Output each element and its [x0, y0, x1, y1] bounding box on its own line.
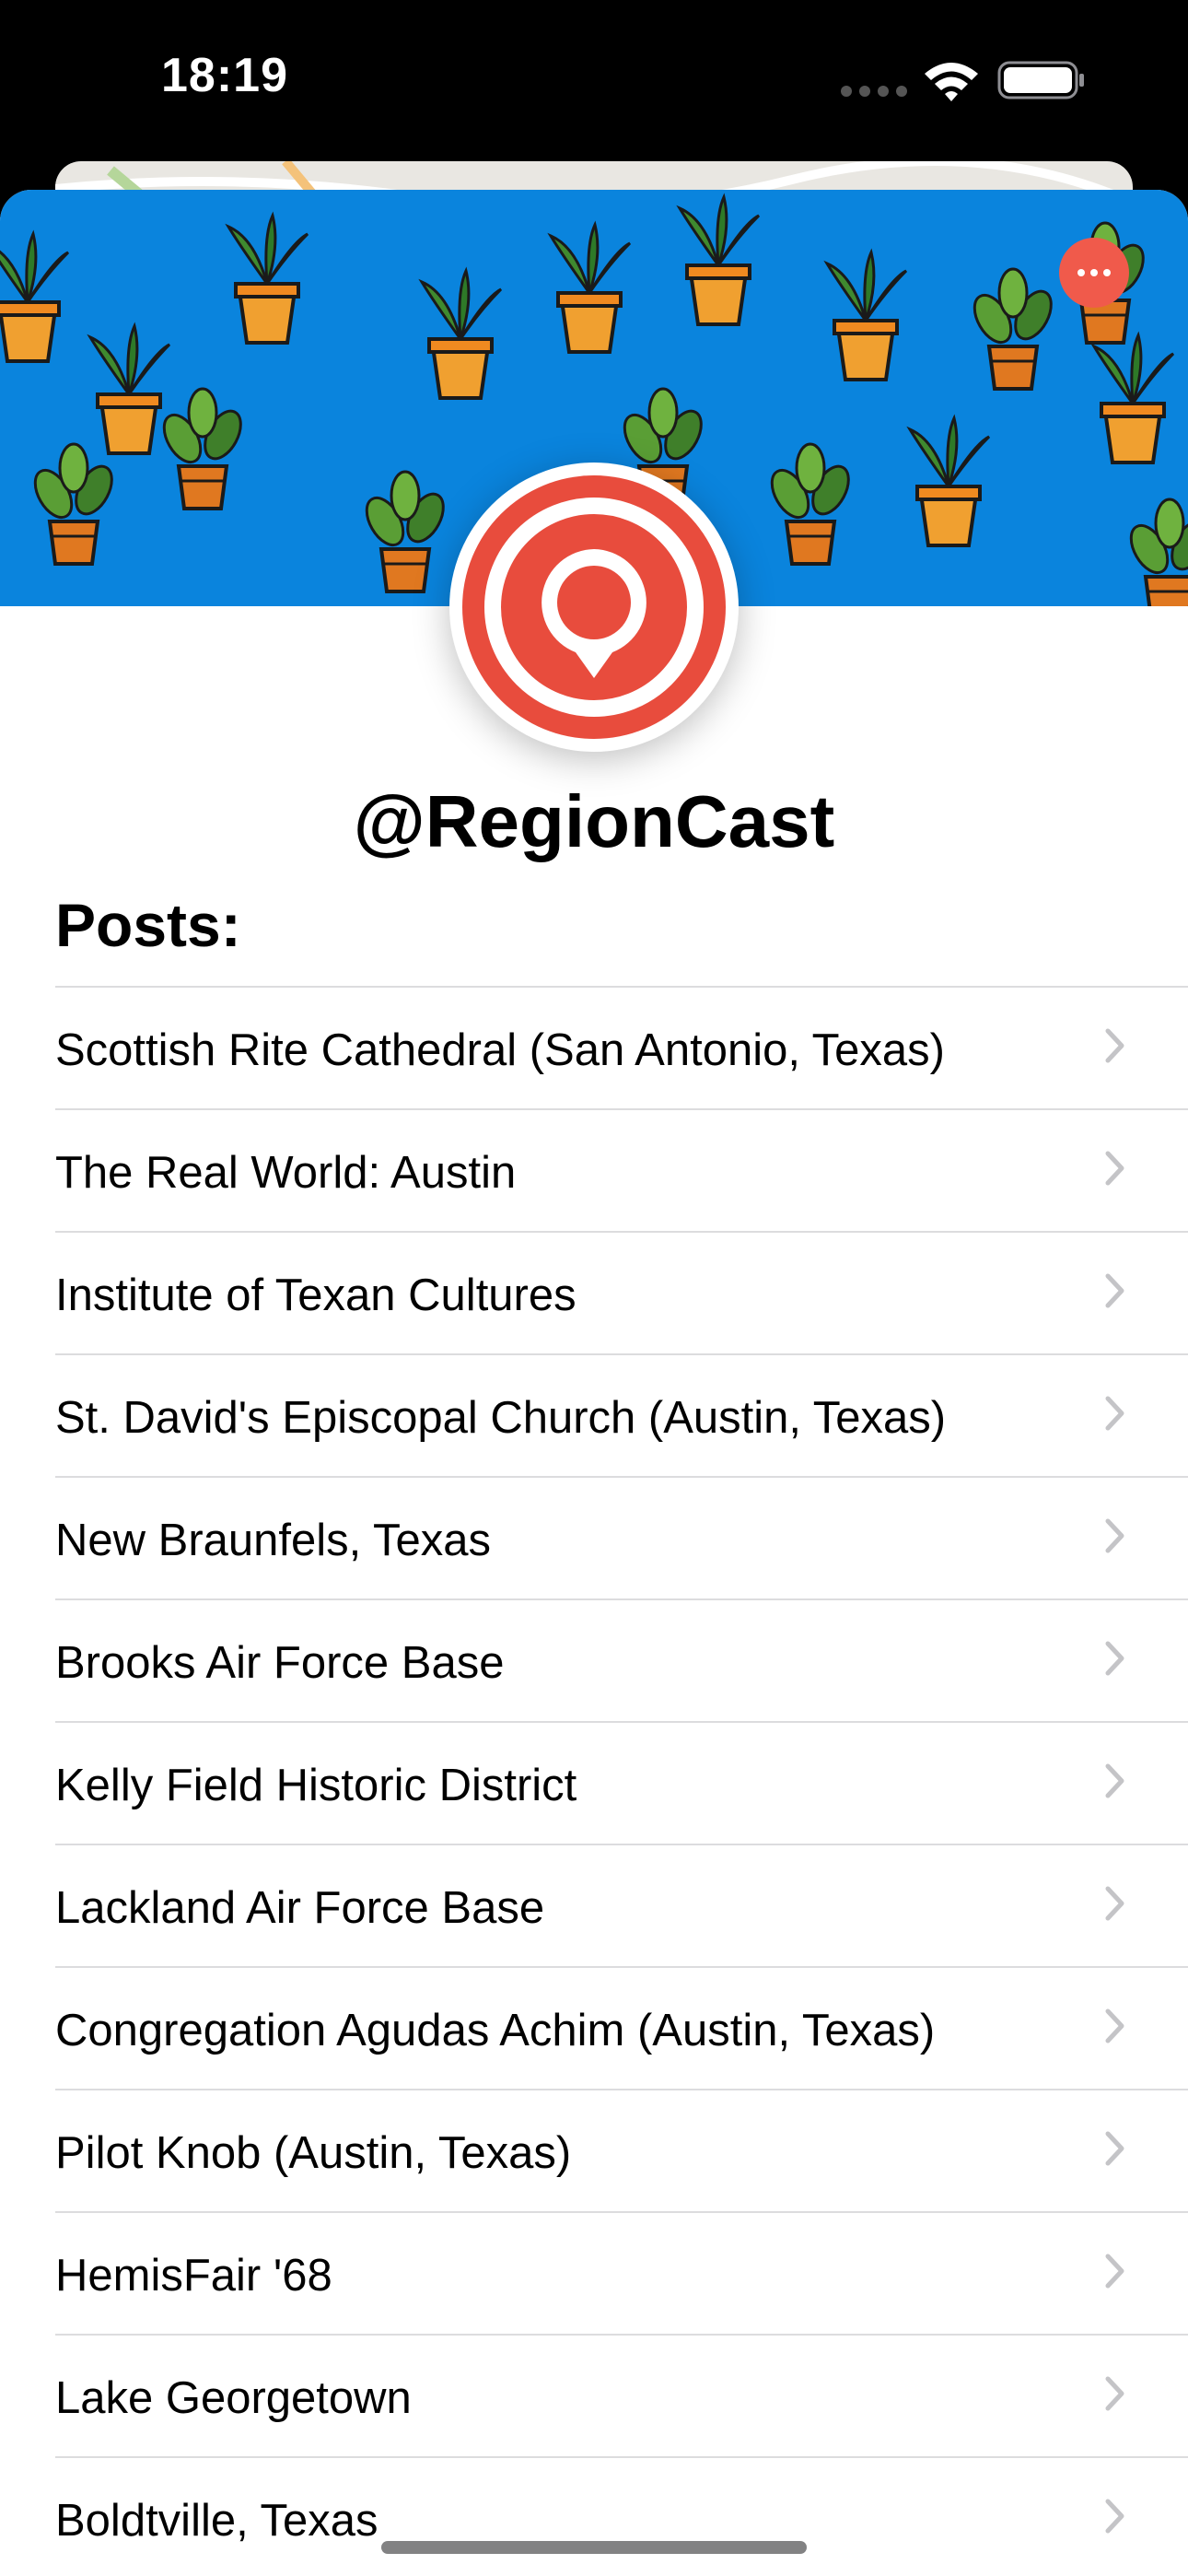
post-title: Kelly Field Historic District: [55, 1761, 577, 1810]
battery-icon: [997, 61, 1084, 100]
post-title: Lake Georgetown: [55, 2373, 412, 2423]
chevron-right-icon: [1105, 1641, 1124, 1676]
list-item[interactable]: The Real World: Austin: [55, 1108, 1188, 1231]
post-title: HemisFair '68: [55, 2251, 332, 2301]
post-title: Lackland Air Force Base: [55, 1883, 545, 1933]
posts-heading: Posts:: [55, 891, 241, 959]
chevron-right-icon: [1105, 2254, 1124, 2289]
status-time: 18:19: [161, 49, 288, 102]
more-options-button[interactable]: [1059, 238, 1129, 308]
chevron-right-icon: [1105, 1396, 1124, 1431]
list-item[interactable]: St. David's Episcopal Church (Austin, Te…: [55, 1353, 1188, 1476]
list-item[interactable]: Lake Georgetown: [55, 2334, 1188, 2456]
list-item[interactable]: Boldtville, Texas: [55, 2456, 1188, 2576]
chevron-right-icon: [1105, 2131, 1124, 2166]
list-item[interactable]: Brooks Air Force Base: [55, 1598, 1188, 1721]
cellular-signal-icon: [841, 86, 907, 97]
wifi-icon: [925, 63, 978, 101]
chevron-right-icon: [1105, 2499, 1124, 2534]
chevron-right-icon: [1105, 1028, 1124, 1063]
post-title: New Braunfels, Texas: [55, 1516, 491, 1565]
chevron-right-icon: [1105, 1151, 1124, 1186]
chevron-right-icon: [1105, 1518, 1124, 1553]
list-item[interactable]: Pilot Knob (Austin, Texas): [55, 2089, 1188, 2211]
profile-avatar: [449, 463, 739, 752]
home-indicator[interactable]: [381, 2541, 807, 2554]
post-title: Brooks Air Force Base: [55, 1638, 505, 1688]
post-title: Scottish Rite Cathedral (San Antonio, Te…: [55, 1025, 946, 1075]
list-item[interactable]: Scottish Rite Cathedral (San Antonio, Te…: [55, 986, 1188, 1108]
status-bar: 18:19: [0, 0, 1188, 166]
list-item[interactable]: Congregation Agudas Achim (Austin, Texas…: [55, 1966, 1188, 2089]
list-item[interactable]: Kelly Field Historic District: [55, 1721, 1188, 1844]
profile-username: @RegionCast: [353, 780, 835, 862]
profile-sheet: @RegionCast Posts: Scottish Rite Cathedr…: [0, 190, 1188, 2576]
post-list: Scottish Rite Cathedral (San Antonio, Te…: [55, 986, 1188, 2576]
list-item[interactable]: Lackland Air Force Base: [55, 1844, 1188, 1966]
location-pin-icon: [484, 498, 704, 717]
post-title: Congregation Agudas Achim (Austin, Texas…: [55, 2006, 936, 2055]
post-title: Boldtville, Texas: [55, 2496, 379, 2546]
list-item[interactable]: Institute of Texan Cultures: [55, 1231, 1188, 1353]
chevron-right-icon: [1105, 2376, 1124, 2411]
list-item[interactable]: New Braunfels, Texas: [55, 1476, 1188, 1598]
chevron-right-icon: [1105, 1763, 1124, 1798]
ellipsis-icon: [1077, 269, 1111, 276]
post-title: St. David's Episcopal Church (Austin, Te…: [55, 1393, 947, 1443]
chevron-right-icon: [1105, 1273, 1124, 1308]
chevron-right-icon: [1105, 1886, 1124, 1921]
list-item[interactable]: HemisFair '68: [55, 2211, 1188, 2334]
post-title: Pilot Knob (Austin, Texas): [55, 2128, 572, 2178]
chevron-right-icon: [1105, 2008, 1124, 2043]
post-title: Institute of Texan Cultures: [55, 1270, 577, 1320]
post-title: The Real World: Austin: [55, 1148, 517, 1198]
